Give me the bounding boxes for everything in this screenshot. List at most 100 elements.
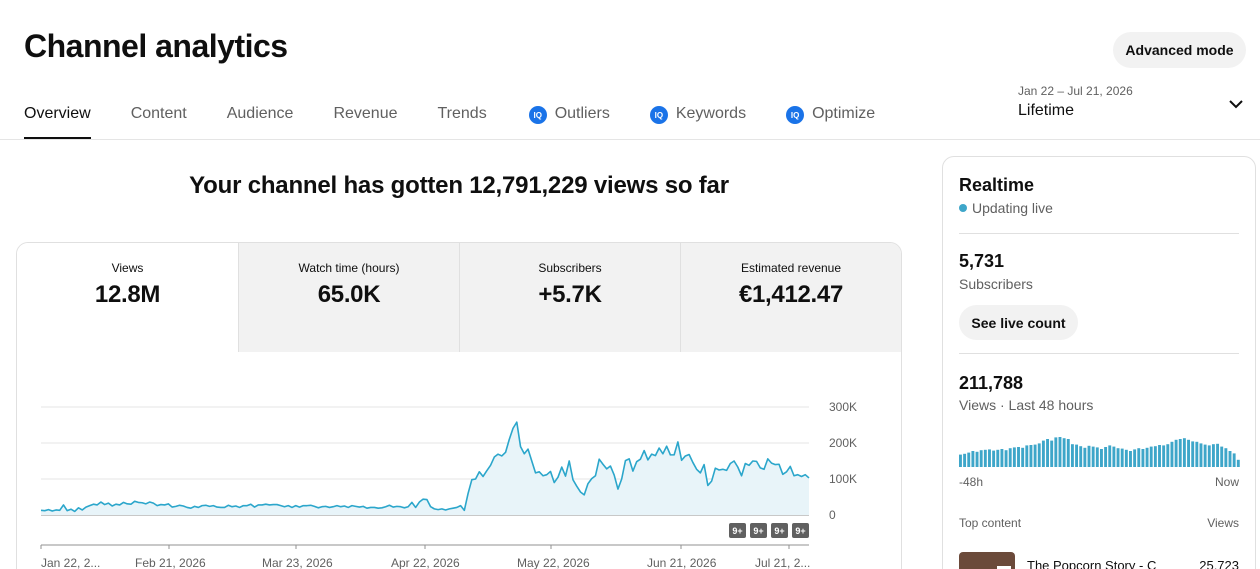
realtime-bar xyxy=(1000,449,1004,467)
tab-optimize[interactable]: IQ Optimize xyxy=(786,96,875,140)
vidiq-icon: IQ xyxy=(528,106,547,124)
realtime-bar xyxy=(1112,446,1116,467)
top-video-title[interactable]: The Popcorn Story - C xyxy=(1027,558,1163,569)
realtime-bar xyxy=(1203,444,1207,467)
chevron-down-icon xyxy=(1229,100,1243,109)
realtime-bar xyxy=(1062,438,1066,467)
divider xyxy=(959,233,1239,234)
advanced-mode-button[interactable]: Advanced mode xyxy=(1113,32,1246,68)
realtime-bar xyxy=(1211,444,1215,467)
realtime-bar xyxy=(1050,440,1054,467)
realtime-axis-start: -48h xyxy=(959,475,984,489)
realtime-bar xyxy=(1120,448,1124,467)
realtime-bar xyxy=(959,454,962,467)
realtime-bar xyxy=(1187,439,1190,467)
top-content-views-label: Views xyxy=(1207,516,1239,530)
tab-audience[interactable]: Audience xyxy=(227,96,294,140)
tab-revenue[interactable]: Revenue xyxy=(333,96,397,140)
realtime-status: Updating live xyxy=(959,200,1053,216)
realtime-bar xyxy=(1108,445,1112,467)
realtime-bar xyxy=(1066,439,1070,467)
tab-label: Audience xyxy=(226,105,294,122)
event-badge[interactable]: 9+ xyxy=(771,523,788,538)
event-badge-label: 9+ xyxy=(774,526,784,536)
realtime-bar xyxy=(1182,438,1186,467)
realtime-bar xyxy=(1158,445,1161,467)
tab-label: Outliers xyxy=(554,105,610,122)
realtime-bar xyxy=(1220,446,1224,467)
tab-keywords[interactable]: IQ Keywords xyxy=(649,96,746,140)
realtime-bar xyxy=(979,450,983,467)
live-dot-icon xyxy=(959,204,967,212)
realtime-bar xyxy=(1017,447,1020,467)
top-content-label: Top content xyxy=(959,516,1022,530)
realtime-bar xyxy=(1178,439,1182,467)
realtime-bar xyxy=(967,452,971,467)
event-badge[interactable]: 9+ xyxy=(729,523,746,538)
realtime-bar xyxy=(1100,449,1103,467)
date-range-picker[interactable]: Jan 22 – Jul 21, 2026 Lifetime xyxy=(1018,84,1248,128)
realtime-bar xyxy=(1075,444,1079,467)
realtime-bar xyxy=(1087,445,1091,467)
realtime-bar xyxy=(992,450,996,467)
event-badge-label: 9+ xyxy=(795,526,805,536)
realtime-bar xyxy=(963,453,967,467)
realtime-bar xyxy=(1012,447,1016,467)
realtime-bar xyxy=(996,449,1000,467)
realtime-bar xyxy=(1029,445,1033,467)
realtime-bar xyxy=(1207,445,1211,467)
realtime-bar xyxy=(1174,439,1178,467)
vidiq-icon: IQ xyxy=(786,106,805,124)
x-tick-label: May 22, 2026 xyxy=(517,556,590,569)
realtime-bar xyxy=(1104,447,1108,467)
realtime-bar xyxy=(988,449,991,467)
realtime-bar xyxy=(1191,441,1195,467)
y-tick-label: 200K xyxy=(829,436,857,450)
realtime-bar xyxy=(1058,437,1062,467)
views-line-chart: 300K 200K 100K 0 9+ 9+ 9+ 9+ Jan 22, 2... Feb 21,… xyxy=(40,400,857,569)
realtime-bar xyxy=(1046,439,1049,467)
tab-label: Trends xyxy=(437,105,487,122)
realtime-bar-chart xyxy=(959,437,1240,467)
realtime-bar xyxy=(1199,443,1203,467)
realtime-bar xyxy=(1153,446,1157,467)
realtime-bar xyxy=(1095,447,1099,467)
realtime-bar xyxy=(1041,440,1045,467)
date-range-period: Lifetime xyxy=(1018,102,1075,119)
y-tick-label: 300K xyxy=(829,400,857,414)
see-live-count-button[interactable]: See live count xyxy=(959,305,1078,340)
realtime-bar xyxy=(1162,445,1166,467)
realtime-bar xyxy=(1091,446,1095,467)
realtime-bar xyxy=(1004,450,1008,467)
views-area-fill xyxy=(41,422,809,515)
realtime-bar xyxy=(1124,449,1128,467)
realtime-bar xyxy=(975,451,979,467)
event-badge[interactable]: 9+ xyxy=(792,523,809,538)
x-tick-label: Jan 22, 2... xyxy=(41,556,100,569)
realtime-bar xyxy=(1166,444,1170,467)
realtime-bar xyxy=(1137,448,1141,467)
tab-label: Optimize xyxy=(812,105,876,122)
tab-outliers[interactable]: IQ Outliers xyxy=(528,96,610,140)
overview-chart-card: Views 12.8M Watch time (hours) 65.0K Sub… xyxy=(16,242,902,569)
realtime-bar xyxy=(1033,444,1037,467)
realtime-bar xyxy=(1236,459,1240,467)
x-tick-label: Jul 21, 2... xyxy=(755,556,810,569)
x-tick-label: Mar 23, 2026 xyxy=(262,556,333,569)
realtime-bar xyxy=(1224,448,1228,467)
event-badge[interactable]: 9+ xyxy=(750,523,767,538)
page-title: Channel analytics xyxy=(24,28,288,64)
header-divider xyxy=(0,139,1260,140)
tab-trends[interactable]: Trends xyxy=(438,96,487,140)
realtime-panel: Realtime Updating live 5,731 Subscribers… xyxy=(942,156,1256,569)
video-thumbnail[interactable] xyxy=(959,552,1015,569)
realtime-subscribers-value: 5,731 xyxy=(959,251,1005,271)
realtime-views-label: Views · Last 48 hours xyxy=(959,397,1094,413)
top-video-views: 25,723 xyxy=(1199,558,1239,569)
realtime-bar xyxy=(1145,447,1149,467)
tab-label: Revenue xyxy=(333,105,398,122)
tab-overview[interactable]: Overview xyxy=(24,96,91,140)
realtime-bar xyxy=(1141,449,1145,467)
tab-content[interactable]: Content xyxy=(131,96,187,140)
realtime-status-text: Updating live xyxy=(972,200,1053,216)
